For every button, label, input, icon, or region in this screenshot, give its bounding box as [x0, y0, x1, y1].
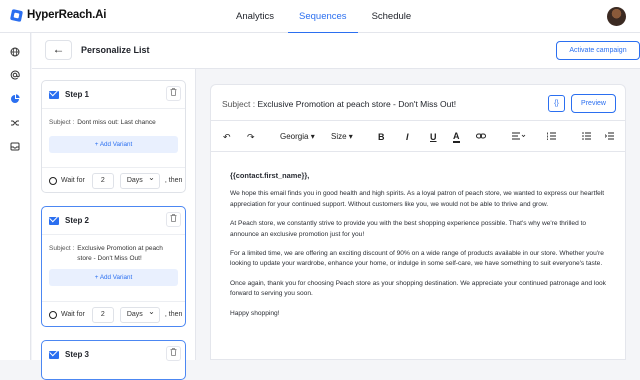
- tab-sequences[interactable]: Sequences: [288, 0, 358, 34]
- insert-variable-button[interactable]: {}: [548, 95, 565, 112]
- step-card-2[interactable]: Step 2 Subject : Exclusive Promotion at …: [41, 206, 186, 327]
- greeting: {{contact.first_name}},: [230, 171, 310, 180]
- redo-icon[interactable]: ↷: [247, 131, 255, 143]
- main-nav: Analytics Sequences Schedule: [225, 0, 425, 34]
- inbox-icon[interactable]: [10, 141, 20, 151]
- clock-icon: [49, 310, 57, 319]
- indent-list-icon[interactable]: [604, 131, 614, 143]
- subject-label: Subject :: [49, 245, 75, 252]
- wait-unit-select[interactable]: Days: [119, 171, 160, 189]
- tab-analytics[interactable]: Analytics: [225, 0, 285, 33]
- wait-label: Wait for: [61, 177, 85, 184]
- step-subject: Subject : Exclusive Promotion at peach s…: [42, 235, 185, 263]
- subject-value: Exclusive Promotion at peach store - Don…: [77, 245, 163, 262]
- subject-value: Dont miss out: Last chance: [77, 119, 156, 126]
- sub-header: ← Personalize List Activate campaign: [32, 33, 640, 69]
- step-card-3[interactable]: Step 3: [41, 340, 186, 380]
- font-select[interactable]: Georgia ▾: [280, 131, 315, 143]
- step-title: Step 2: [65, 216, 90, 225]
- text-color-icon[interactable]: A: [453, 131, 460, 143]
- format-toolbar: ↶ ↷ Georgia ▾ Size ▾ B I U A: [211, 122, 625, 152]
- body-paragraph: We hope this email finds you in good hea…: [230, 190, 605, 208]
- body-paragraph: At Peach store, we constantly strive to …: [230, 220, 587, 238]
- align-icon[interactable]: [512, 131, 526, 143]
- step-title: Step 1: [65, 90, 90, 99]
- body-paragraph: Happy shopping!: [230, 309, 280, 317]
- underline-icon[interactable]: U: [430, 131, 437, 143]
- step-card-1[interactable]: Step 1 Subject : Dont miss out: Last cha…: [41, 80, 186, 193]
- globe-icon[interactable]: [10, 47, 20, 57]
- email-body[interactable]: {{contact.first_name}}, We hope this ema…: [230, 171, 615, 328]
- subject-label: Subject :: [222, 99, 256, 109]
- bold-icon[interactable]: B: [378, 131, 385, 143]
- mail-icon: [49, 90, 59, 99]
- numbered-list-icon[interactable]: [547, 131, 556, 143]
- trash-icon: [170, 88, 177, 96]
- mail-icon: [49, 350, 59, 359]
- step-title: Step 3: [65, 350, 90, 359]
- logo[interactable]: HyperReach.Ai: [9, 8, 107, 22]
- tab-schedule[interactable]: Schedule: [361, 0, 423, 33]
- brand-name: HyperReach.Ai: [27, 9, 107, 21]
- steps-pane: Step 1 Subject : Dont miss out: Last cha…: [32, 69, 196, 380]
- step-header: Step 3: [42, 341, 185, 368]
- logo-icon: [9, 8, 24, 22]
- page-title: Personalize List: [81, 45, 150, 55]
- delete-step-button[interactable]: [166, 346, 181, 361]
- left-rail: [0, 33, 31, 360]
- body-paragraph: Once again, thank you for choosing Peach…: [230, 279, 606, 298]
- wait-row: Wait for 2 Days , then: [42, 301, 185, 327]
- wait-value-input[interactable]: 2: [91, 306, 114, 323]
- delete-step-button[interactable]: [166, 212, 181, 227]
- step-header: Step 2: [42, 207, 185, 234]
- mail-icon: [49, 216, 59, 225]
- size-select[interactable]: Size ▾: [331, 131, 353, 143]
- size-value: Size: [331, 132, 347, 141]
- subject-value: Exclusive Promotion at peach store - Don…: [257, 99, 457, 109]
- email-editor: Subject : Exclusive Promotion at peach s…: [210, 84, 626, 360]
- activate-campaign-button[interactable]: Activate campaign: [556, 41, 640, 60]
- avatar[interactable]: [607, 7, 626, 26]
- pie-chart-icon[interactable]: [10, 94, 20, 104]
- preview-button[interactable]: Preview: [571, 94, 616, 113]
- italic-icon[interactable]: I: [406, 131, 409, 143]
- body-paragraph: For a limited time, we are offering an e…: [230, 250, 604, 268]
- then-label: , then: [164, 311, 183, 318]
- wait-unit-select[interactable]: Days: [119, 305, 160, 323]
- step-header: Step 1: [42, 81, 185, 108]
- bullet-list-icon[interactable]: [582, 131, 591, 143]
- delete-step-button[interactable]: [166, 86, 181, 101]
- font-value: Georgia: [280, 132, 309, 141]
- trash-icon: [170, 214, 177, 222]
- at-icon[interactable]: [10, 70, 20, 80]
- subject-label: Subject :: [49, 119, 75, 126]
- back-button[interactable]: ←: [45, 40, 72, 60]
- add-variant-button[interactable]: + Add Variant: [49, 269, 178, 286]
- subject-row: Subject : Exclusive Promotion at peach s…: [211, 85, 625, 121]
- link-icon[interactable]: [476, 131, 486, 143]
- wait-row: Wait for 2 Days , then: [42, 167, 185, 193]
- add-variant-button[interactable]: + Add Variant: [49, 135, 178, 153]
- trash-icon: [170, 348, 177, 356]
- clock-icon: [49, 176, 57, 185]
- top-bar: HyperReach.Ai Analytics Sequences Schedu…: [0, 0, 640, 34]
- arrow-left-icon: ←: [52, 42, 65, 56]
- undo-icon[interactable]: ↶: [223, 131, 231, 143]
- step-subject: Subject : Dont miss out: Last chance: [42, 109, 185, 128]
- editor-subject[interactable]: Subject : Exclusive Promotion at peach s…: [222, 99, 456, 109]
- wait-label: Wait for: [61, 311, 85, 318]
- wait-value-input[interactable]: 2: [91, 172, 114, 189]
- shuffle-icon[interactable]: [10, 118, 20, 128]
- then-label: , then: [164, 177, 183, 184]
